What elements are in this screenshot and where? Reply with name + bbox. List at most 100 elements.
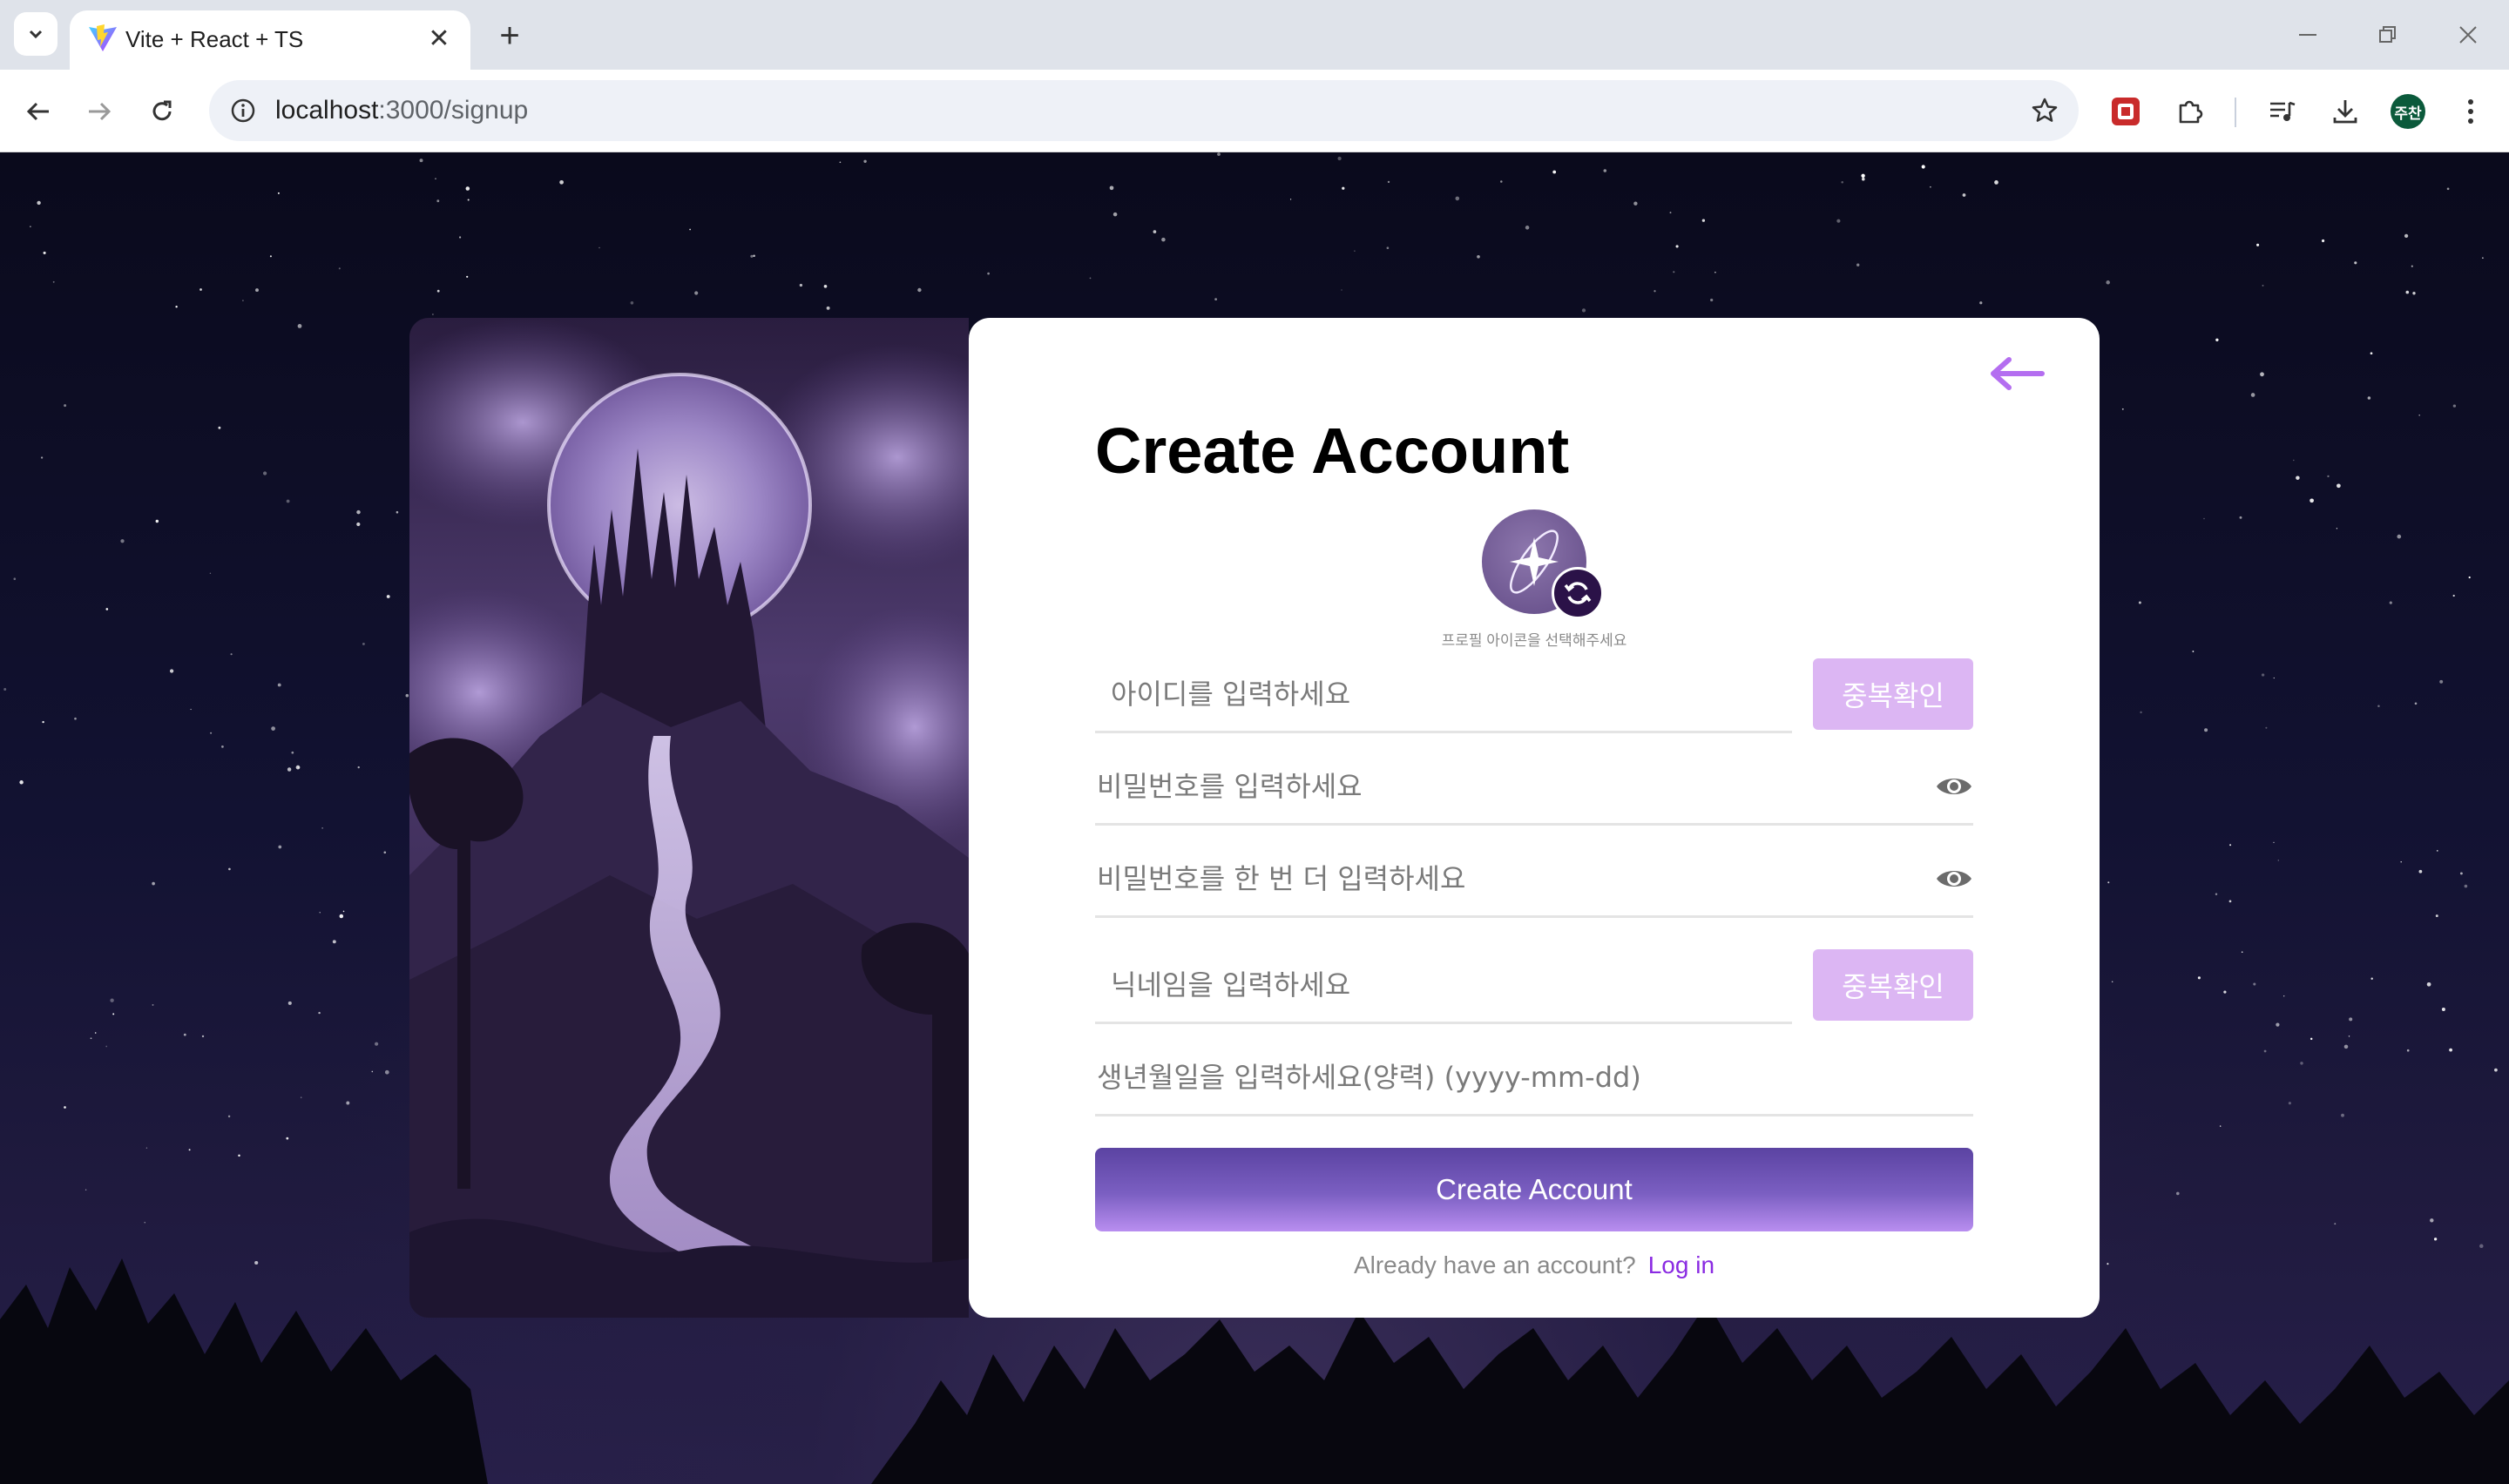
star [110,998,114,1002]
star [300,1096,302,1098]
star [2405,290,2410,294]
star [291,751,294,754]
star [169,669,174,673]
arrow-left-icon[interactable] [1988,356,2046,391]
browser-tab[interactable]: Vite + React + TS ✕ [70,10,470,70]
star [112,1013,115,1015]
nickname-duplicate-check-button[interactable]: 중복확인 [1813,949,1973,1021]
star [2370,977,2373,981]
profile-button[interactable]: 주찬 [2384,87,2432,136]
login-link[interactable]: Log in [1648,1251,1714,1278]
restore-button[interactable] [2349,9,2427,61]
star [2367,396,2371,400]
tab-strip: Vite + React + TS ✕ + [0,0,2509,70]
star [1861,173,1865,178]
reload-button[interactable] [138,87,186,136]
url-text: localhost:3000/signup [275,96,528,125]
eye-icon[interactable] [1935,771,1973,802]
browser-menu-button[interactable] [2446,87,2495,136]
star [230,653,233,656]
star [2288,1102,2291,1105]
star [1525,226,1530,230]
star [1675,245,1679,248]
window-close-button[interactable] [2429,9,2507,61]
birthdate-input[interactable] [1095,1041,1973,1114]
star [1337,156,1342,161]
star [2494,1068,2498,1072]
star [2436,850,2438,852]
birthdate-field [1095,1041,1973,1116]
star [1962,193,1966,197]
star [64,1106,66,1109]
star [221,745,224,748]
toolbar-divider [2235,98,2236,127]
extension-app-icon [2112,98,2140,125]
star [2418,869,2423,874]
star [1354,250,1356,252]
site-info-button[interactable] [223,91,263,131]
star [228,867,231,871]
star [339,914,344,919]
minimize-icon [2299,34,2316,36]
star [287,1001,292,1005]
star [155,519,159,523]
nickname-input[interactable] [1095,948,1792,1022]
star [1921,165,1925,169]
eye-icon[interactable] [1935,863,1973,894]
refresh-icon [1564,582,1592,604]
star [2337,483,2341,489]
star [271,726,275,731]
id-input[interactable] [1095,658,1792,731]
star [2261,673,2265,677]
bookmark-button[interactable] [2025,91,2065,131]
star [384,1069,389,1075]
star [2452,404,2457,408]
star [227,1115,231,1118]
star [90,1037,92,1040]
minimize-button[interactable] [2269,9,2347,61]
star [1862,177,1865,181]
star [2377,705,2380,707]
address-bar[interactable]: localhost:3000/signup [209,80,2079,141]
star [262,471,267,476]
star [356,509,361,515]
star [917,287,922,293]
tab-search-button[interactable] [14,12,57,56]
star [1714,271,1716,273]
star [2107,881,2110,884]
star [2468,576,2471,579]
close-icon[interactable]: ✕ [420,19,458,57]
star [1214,298,1218,301]
star [201,1035,205,1038]
media-button[interactable] [2258,87,2307,136]
plus-icon: + [499,16,520,55]
star [987,272,990,275]
extension-app-button[interactable] [2101,87,2150,136]
signup-card: Create Account 프로필 아이콘을 선택해주세요 아이디를 입력하세… [969,318,2100,1318]
star [1341,289,1342,291]
star [694,291,699,295]
star [64,404,67,408]
star [145,1147,148,1149]
create-account-button[interactable]: Create Account [1095,1148,1973,1231]
password-input[interactable] [1095,750,1973,823]
star [2106,280,2110,285]
star [1994,180,1998,185]
extensions-button[interactable] [2166,87,2215,136]
back-button[interactable] [14,87,63,136]
profile-icon-picker[interactable] [1482,509,1604,623]
id-duplicate-check-button[interactable]: 중복확인 [1813,658,1973,730]
new-tab-button[interactable]: + [488,14,531,57]
star [255,288,259,293]
forward-button[interactable] [75,87,124,136]
chevron-down-icon [29,30,43,39]
downloads-button[interactable] [2321,87,2370,136]
star [459,236,462,239]
star [863,159,867,163]
password-confirm-input[interactable] [1095,842,1973,915]
star [2449,1048,2453,1052]
star [419,159,423,163]
star [467,199,470,201]
star [105,608,109,610]
refresh-avatar-button[interactable] [1552,567,1604,619]
